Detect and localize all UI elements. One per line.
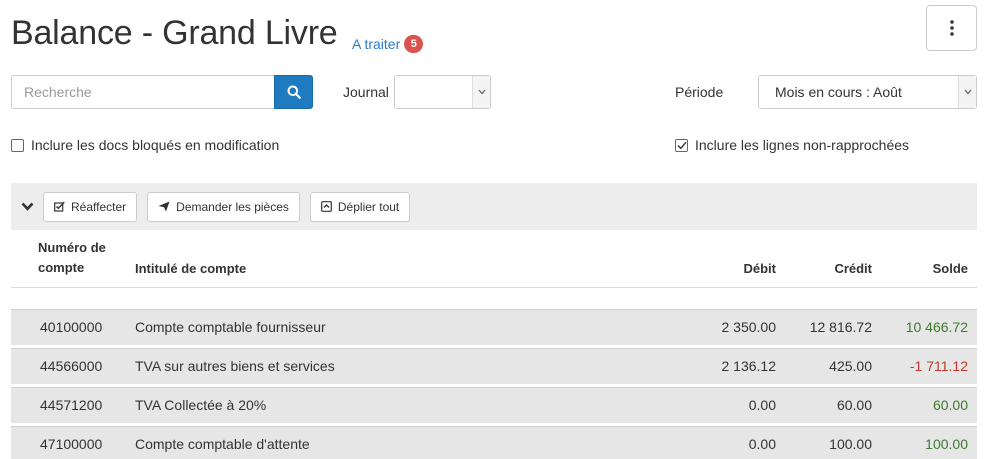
account-name-cell: TVA sur autres biens et services — [135, 358, 335, 374]
table-row[interactable]: 44566000 TVA sur autres biens et service… — [11, 348, 977, 384]
account-number-cell: 47100000 — [40, 436, 103, 452]
debit-cell: 2 136.12 — [721, 358, 777, 374]
expand-icon — [320, 201, 332, 212]
column-header-account-number-line1: Numéro de — [38, 240, 106, 255]
include-locked-docs-option[interactable]: Inclure les docs bloqués en modification — [11, 137, 279, 153]
include-unreconciled-option[interactable]: Inclure les lignes non-rapprochées — [675, 137, 909, 153]
header-divider — [11, 287, 977, 288]
account-number-cell: 44566000 — [40, 358, 103, 374]
column-header-debit[interactable]: Débit — [696, 261, 777, 276]
account-name-cell: TVA Collectée à 20% — [135, 397, 267, 413]
edit-checkbox-icon — [54, 201, 65, 212]
column-header-account-name[interactable]: Intitulé de compte — [135, 261, 246, 276]
table-row[interactable]: 44571200 TVA Collectée à 20% 0.00 60.00 … — [11, 387, 977, 423]
column-header-account-number-line2: compte — [38, 260, 85, 275]
search-button[interactable] — [274, 75, 313, 109]
include-unreconciled-label: Inclure les lignes non-rapprochées — [695, 137, 910, 153]
to-process-count-badge: 5 — [404, 35, 424, 53]
account-name-cell: Compte comptable d'attente — [135, 436, 310, 452]
balance-cell: -1 711.12 — [909, 358, 968, 374]
column-header-account-number[interactable]: Numéro de compte — [38, 240, 106, 275]
search-icon — [287, 85, 301, 99]
period-select-value: Mois en cours : Août — [775, 84, 902, 100]
checkmark-icon — [677, 141, 687, 149]
debit-cell: 0.00 — [748, 397, 776, 413]
page-title: Balance - Grand Livre — [11, 14, 338, 52]
balance-cell: 100.00 — [925, 436, 968, 452]
collapse-toggle[interactable] — [11, 183, 43, 230]
more-options-button[interactable] — [926, 5, 977, 51]
include-locked-docs-checkbox[interactable] — [11, 138, 24, 152]
account-name-cell: Compte comptable fournisseur — [135, 319, 326, 335]
table-row[interactable]: 47100000 Compte comptable d'attente 0.00… — [11, 426, 977, 459]
credit-cell: 425.00 — [829, 358, 872, 374]
debit-cell: 0.00 — [748, 436, 776, 452]
table-row[interactable]: 40100000 Compte comptable fournisseur 2 … — [11, 309, 977, 345]
period-label: Période — [675, 84, 724, 100]
expand-all-label: Déplier tout — [337, 199, 400, 214]
column-header-credit[interactable]: Crédit — [792, 261, 872, 276]
chevron-down-icon — [21, 202, 33, 211]
table-toolbar: Réaffecter Demander les pièces Déplier t… — [11, 183, 977, 230]
expand-all-button[interactable]: Déplier tout — [309, 191, 411, 222]
journal-label: Journal — [343, 84, 389, 100]
to-process-link[interactable]: A traiter 5 — [352, 35, 424, 53]
reassign-label: Réaffecter — [71, 199, 127, 214]
balance-cell: 10 466.72 — [905, 319, 968, 335]
column-header-balance[interactable]: Solde — [888, 261, 968, 276]
to-process-label: A traiter — [352, 36, 401, 52]
chevron-down-icon — [472, 76, 490, 108]
credit-cell: 100.00 — [829, 436, 872, 452]
vertical-ellipsis-icon — [949, 20, 954, 36]
account-number-cell: 44571200 — [40, 397, 103, 413]
account-number-cell: 40100000 — [40, 319, 103, 335]
credit-cell: 12 816.72 — [809, 319, 872, 335]
search-group — [11, 75, 313, 109]
include-locked-docs-label: Inclure les docs bloqués en modification — [31, 137, 280, 153]
period-select[interactable]: Mois en cours : Août — [758, 75, 977, 109]
balance-cell: 60.00 — [932, 397, 968, 413]
reassign-button[interactable]: Réaffecter — [43, 191, 138, 222]
debit-cell: 2 350.00 — [721, 319, 777, 335]
credit-cell: 60.00 — [836, 397, 872, 413]
journal-select[interactable] — [394, 75, 491, 109]
include-unreconciled-checkbox[interactable] — [675, 138, 688, 152]
search-input[interactable] — [11, 75, 274, 109]
chevron-down-icon — [958, 76, 976, 108]
request-documents-label: Demander les pièces — [176, 199, 289, 214]
request-documents-button[interactable]: Demander les pièces — [147, 191, 300, 222]
send-icon — [158, 201, 170, 212]
